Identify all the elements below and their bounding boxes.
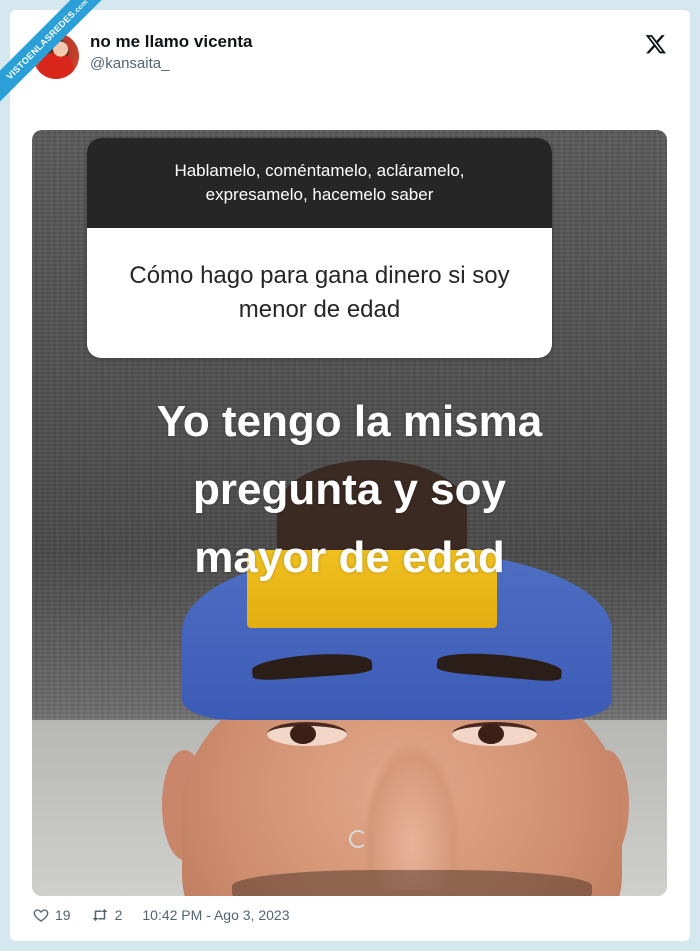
question-prompt: Hablamelo, coméntamelo, acláramelo, expr… (87, 138, 552, 228)
question-text: Cómo hago para gana dinero si soy menor … (129, 262, 510, 323)
screenshot-frame: VISTOENLASREDES.com no me llamo vicenta … (0, 0, 700, 951)
nose-ring (349, 830, 367, 848)
caption-line: pregunta y soy (193, 465, 506, 514)
retweet-count: 2 (114, 907, 123, 923)
question-sticker: Hablamelo, coméntamelo, acláramelo, expr… (87, 138, 552, 358)
retweet-icon[interactable] (91, 907, 109, 923)
watermark-ribbon: VISTOENLASREDES.com (0, 0, 120, 120)
caption-line: Yo tengo la misma (156, 397, 543, 446)
timestamp[interactable]: 10:42 PM - Ago 3, 2023 (142, 907, 289, 923)
x-logo-icon[interactable] (645, 33, 667, 55)
watermark-text: VISTOENLASREDES.com (0, 0, 115, 107)
story-caption: Yo tengo la misma pregunta y soy mayor d… (32, 388, 667, 592)
tweet-footer: 19 2 10:42 PM - Ago 3, 2023 (33, 907, 289, 923)
caption-line: mayor de edad (194, 533, 505, 582)
heart-icon[interactable] (33, 907, 49, 923)
tweet-media-image[interactable]: Hablamelo, coméntamelo, acláramelo, expr… (32, 130, 667, 896)
like-count: 19 (55, 907, 71, 923)
